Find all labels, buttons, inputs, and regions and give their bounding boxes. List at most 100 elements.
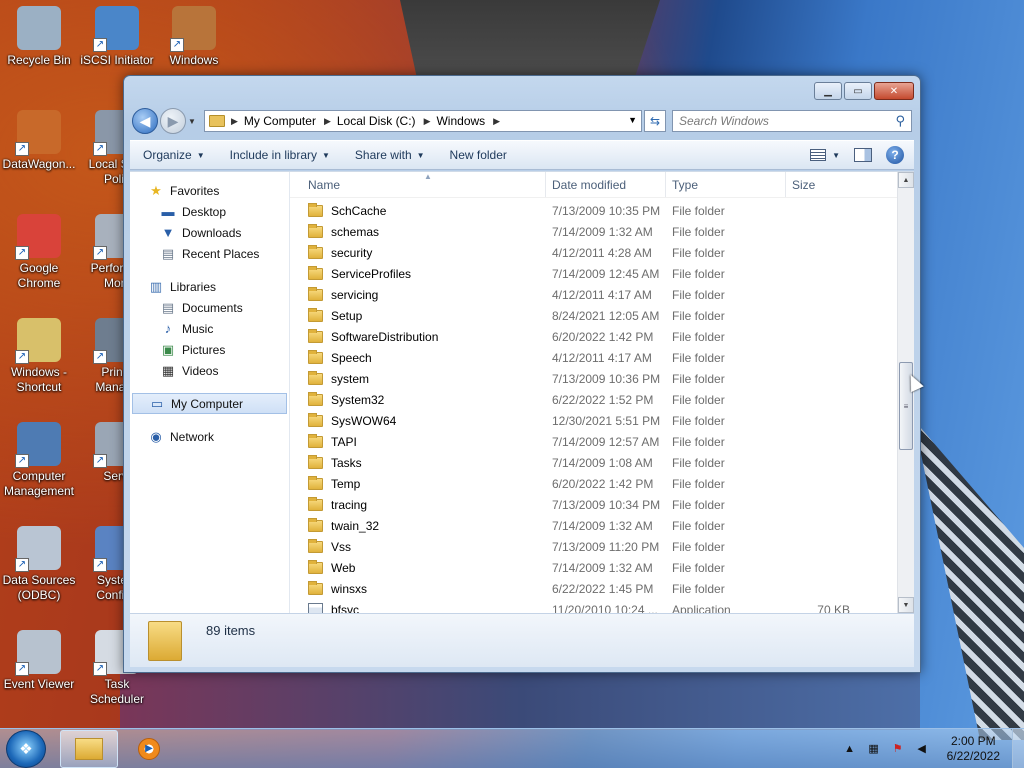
nav-downloads[interactable]: ▼ Downloads <box>130 222 289 243</box>
nav-favorites[interactable]: ★ Favorites <box>130 180 289 201</box>
column-header-type[interactable]: Type <box>666 172 786 197</box>
breadcrumb-windows[interactable]: Windows <box>432 114 491 128</box>
desktop-shortcut[interactable]: ↗ Google Chrome <box>0 214 78 291</box>
table-row[interactable]: Vss 7/13/2009 11:20 PM File folder <box>290 536 914 557</box>
forward-button[interactable]: ▶ <box>160 108 186 134</box>
nav-videos[interactable]: ▦ Videos <box>130 360 289 381</box>
refresh-button[interactable]: ⇆ <box>644 110 666 132</box>
column-headers: ▲ Name Date modified Type Size <box>290 172 914 198</box>
file-date: 6/22/2022 1:45 PM <box>552 581 654 596</box>
shortcut-arrow-icon: ↗ <box>15 350 29 364</box>
shortcut-arrow-icon: ↗ <box>15 142 29 156</box>
table-row[interactable]: Setup 8/24/2021 12:05 AM File folder <box>290 305 914 326</box>
file-name-cell: System32 <box>290 391 546 407</box>
nav-documents[interactable]: ▤ Documents <box>130 297 289 318</box>
explorer-window: ▁ ▭ ✕ ◀ ▶ ▼ ▶ My Computer ▶ Local Disk (… <box>123 75 921 673</box>
address-bar[interactable]: ▶ My Computer ▶ Local Disk (C:) ▶ Window… <box>204 110 642 132</box>
column-header-date[interactable]: Date modified <box>546 172 666 197</box>
scroll-down-button[interactable]: ▼ <box>898 597 914 613</box>
recent-pages-dropdown[interactable]: ▼ <box>188 117 198 126</box>
taskbar-media-player[interactable]: ▶ <box>120 730 178 768</box>
close-button[interactable]: ✕ <box>874 82 914 100</box>
desktop-shortcut[interactable]: ↗ DataWagon... <box>0 110 78 172</box>
desktop-shortcut-label: Event Viewer <box>3 677 75 691</box>
desktop-shortcut[interactable]: ↗ Windows - Shortcut <box>0 318 78 395</box>
search-icon[interactable]: ⚲ <box>895 113 905 129</box>
table-row[interactable]: TAPI 7/14/2009 12:57 AM File folder <box>290 431 914 452</box>
desktop-shortcut[interactable]: ↗ Data Sources (ODBC) <box>0 526 78 603</box>
nav-network[interactable]: ◉ Network <box>130 426 289 447</box>
column-header-size[interactable]: Size <box>786 172 866 197</box>
folder-icon <box>308 496 323 511</box>
table-row[interactable]: ServiceProfiles 7/14/2009 12:45 AM File fo… <box>290 263 914 284</box>
nav-recent-places[interactable]: ▤ Recent Places <box>130 243 289 264</box>
minimize-button[interactable]: ▁ <box>814 82 842 100</box>
folder-icon <box>308 370 323 385</box>
search-input[interactable]: Search Windows ⚲ <box>672 110 912 132</box>
table-row[interactable]: servicing 4/12/2011 4:17 AM File folder <box>290 284 914 305</box>
volume-icon[interactable]: ◀ <box>915 742 929 756</box>
new-folder-button[interactable]: New folder <box>437 148 519 162</box>
scroll-up-button[interactable]: ▲ <box>898 172 914 188</box>
table-row[interactable]: SchCache 7/13/2009 10:35 PM File folder <box>290 200 914 221</box>
desktop-shortcut[interactable]: ↗ iSCSI Initiator <box>78 6 156 68</box>
vertical-scrollbar[interactable]: ▲ ≡ ▼ <box>897 172 914 613</box>
breadcrumb-separator[interactable]: ▶ <box>491 116 502 127</box>
desktop-shortcut[interactable]: ↗ Event Viewer <box>0 630 78 692</box>
help-icon[interactable]: ? <box>886 146 904 164</box>
nav-pictures[interactable]: ▣ Pictures <box>130 339 289 360</box>
table-row[interactable]: SoftwareDistribution 6/20/2022 1:42 PM Fil… <box>290 326 914 347</box>
file-name: system <box>331 371 370 386</box>
table-row[interactable]: twain_32 7/14/2009 1:32 AM File folder <box>290 515 914 536</box>
breadcrumb-separator[interactable]: ▶ <box>229 116 240 127</box>
folder-icon <box>308 580 323 595</box>
table-row[interactable]: Speech 4/12/2011 4:17 AM File folder <box>290 347 914 368</box>
desktop-shortcut[interactable]: Recycle Bin <box>0 6 78 68</box>
nav-network-label: Network <box>170 429 215 444</box>
nav-music[interactable]: ♪ Music <box>130 318 289 339</box>
table-row[interactable]: system 7/13/2009 10:36 PM File folder <box>290 368 914 389</box>
table-row[interactable]: tracing 7/13/2009 10:34 PM File folder <box>290 494 914 515</box>
chevron-down-icon: ▼ <box>416 150 425 160</box>
table-row[interactable]: System32 6/22/2022 1:52 PM File folder <box>290 389 914 410</box>
file-name-cell: Vss <box>290 538 546 554</box>
table-row[interactable]: winsxs 6/22/2022 1:45 PM File folder <box>290 578 914 599</box>
organize-menu[interactable]: Organize ▼ <box>130 148 217 162</box>
show-desktop-button[interactable] <box>1012 728 1024 768</box>
file-name: twain_32 <box>331 518 380 533</box>
show-hidden-icons-icon[interactable]: ▲ <box>843 742 857 756</box>
nav-desktop[interactable]: ▬ Desktop <box>130 201 289 222</box>
nav-my-computer[interactable]: ▭ My Computer <box>132 393 287 414</box>
maximize-button[interactable]: ▭ <box>844 82 872 100</box>
table-row[interactable]: Web 7/14/2009 1:32 AM File folder <box>290 557 914 578</box>
table-row[interactable]: security 4/12/2011 4:28 AM File folder <box>290 242 914 263</box>
nav-libraries[interactable]: ▥ Libraries <box>130 276 289 297</box>
table-row[interactable]: SysWOW64 12/30/2021 5:51 PM File folder <box>290 410 914 431</box>
desktop-shortcut[interactable]: ↗ Computer Management <box>0 422 78 499</box>
change-view-button[interactable]: ▼ <box>810 149 840 161</box>
network-tray-icon[interactable]: ▦ <box>867 742 881 756</box>
table-row[interactable]: Temp 6/20/2022 1:42 PM File folder <box>290 473 914 494</box>
back-button[interactable]: ◀ <box>132 108 158 134</box>
table-row[interactable]: schemas 7/14/2009 1:32 AM File folder <box>290 221 914 242</box>
file-name-cell: servicing <box>290 286 546 302</box>
column-header-name[interactable]: Name <box>290 172 546 197</box>
address-dropdown-icon[interactable]: ▼ <box>628 115 637 125</box>
breadcrumb-local-disk[interactable]: Local Disk (C:) <box>333 114 422 128</box>
file-date: 7/14/2009 1:32 AM <box>552 560 653 575</box>
table-row[interactable]: Tasks 7/14/2009 1:08 AM File folder <box>290 452 914 473</box>
file-name: security <box>331 245 373 260</box>
desktop-shortcut[interactable]: ↗ Windows <box>155 6 233 68</box>
include-in-library-menu[interactable]: Include in library ▼ <box>217 148 342 162</box>
preview-pane-icon[interactable] <box>854 148 872 162</box>
action-center-icon[interactable]: ⚑ <box>891 742 905 756</box>
share-with-menu[interactable]: Share with ▼ <box>342 148 437 162</box>
breadcrumb-separator[interactable]: ▶ <box>322 116 333 127</box>
file-date: 7/14/2009 12:57 AM <box>552 434 660 449</box>
start-button[interactable]: ❖ <box>6 729 46 768</box>
breadcrumb-separator[interactable]: ▶ <box>422 116 433 127</box>
breadcrumb-my-computer[interactable]: My Computer <box>240 114 322 128</box>
clock[interactable]: 2:00 PM 6/22/2022 <box>947 734 1000 764</box>
taskbar-explorer[interactable] <box>60 729 118 768</box>
